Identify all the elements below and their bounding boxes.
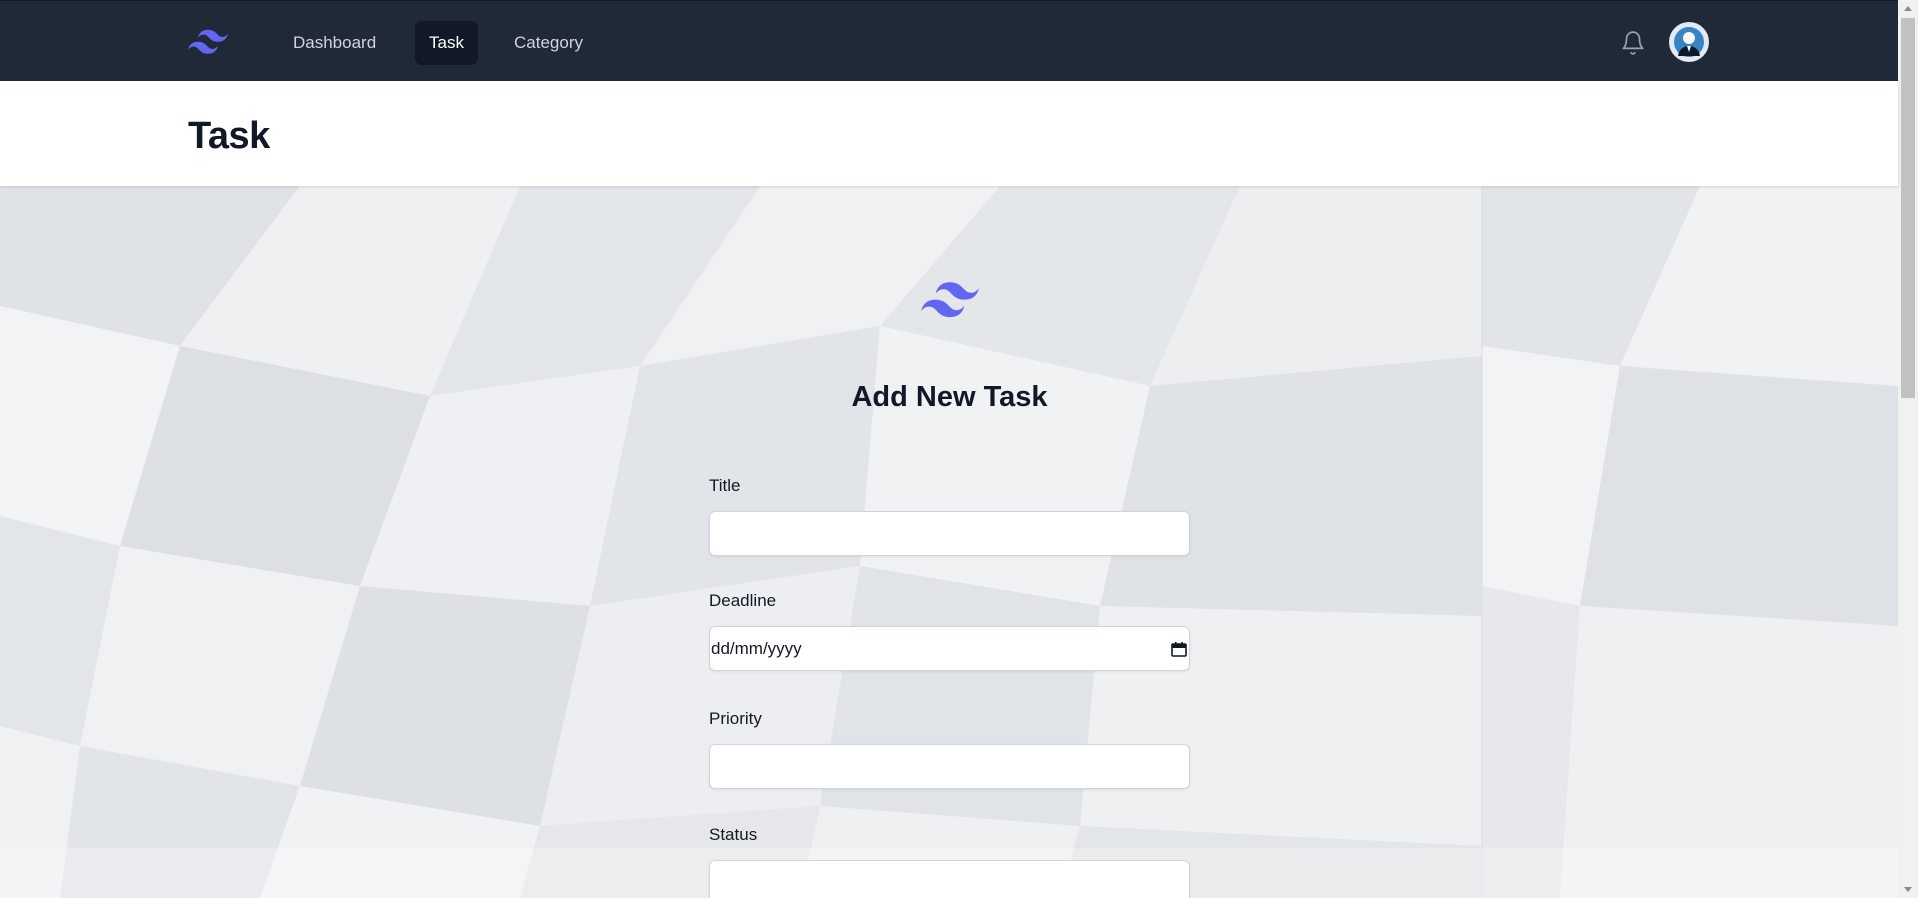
status-input[interactable]	[709, 860, 1190, 898]
priority-input[interactable]	[709, 744, 1190, 789]
priority-label: Priority	[709, 709, 762, 728]
vertical-scrollbar[interactable]	[1898, 0, 1918, 898]
user-avatar[interactable]	[1669, 22, 1709, 62]
status-label: Status	[709, 825, 758, 844]
scrollbar-thumb[interactable]	[1901, 18, 1915, 398]
nav-link-category[interactable]: Category	[500, 21, 597, 65]
nav-link-dashboard[interactable]: Dashboard	[279, 21, 390, 65]
deadline-label: Deadline	[709, 591, 777, 610]
page-title: Task	[188, 115, 270, 157]
scroll-down-arrow-icon[interactable]	[1898, 880, 1918, 898]
title-label: Title	[709, 476, 741, 495]
nav-link-task[interactable]: Task	[415, 21, 478, 65]
tailwind-logo-icon	[921, 282, 979, 318]
user-avatar-image	[1671, 24, 1707, 60]
top-navigation: Dashboard Task Category	[0, 0, 1898, 81]
deadline-date-input[interactable]: dd/mm/yyyy	[709, 626, 1190, 671]
title-input[interactable]	[709, 511, 1190, 556]
page-header: Task	[0, 81, 1898, 186]
tailwind-logo-icon[interactable]	[188, 29, 228, 55]
form-heading: Add New Task	[851, 381, 1048, 413]
deadline-placeholder: dd/mm/yyyy	[711, 639, 802, 658]
bell-icon[interactable]	[1620, 29, 1646, 57]
calendar-icon[interactable]	[1171, 641, 1187, 657]
scroll-up-arrow-icon[interactable]	[1898, 0, 1918, 18]
